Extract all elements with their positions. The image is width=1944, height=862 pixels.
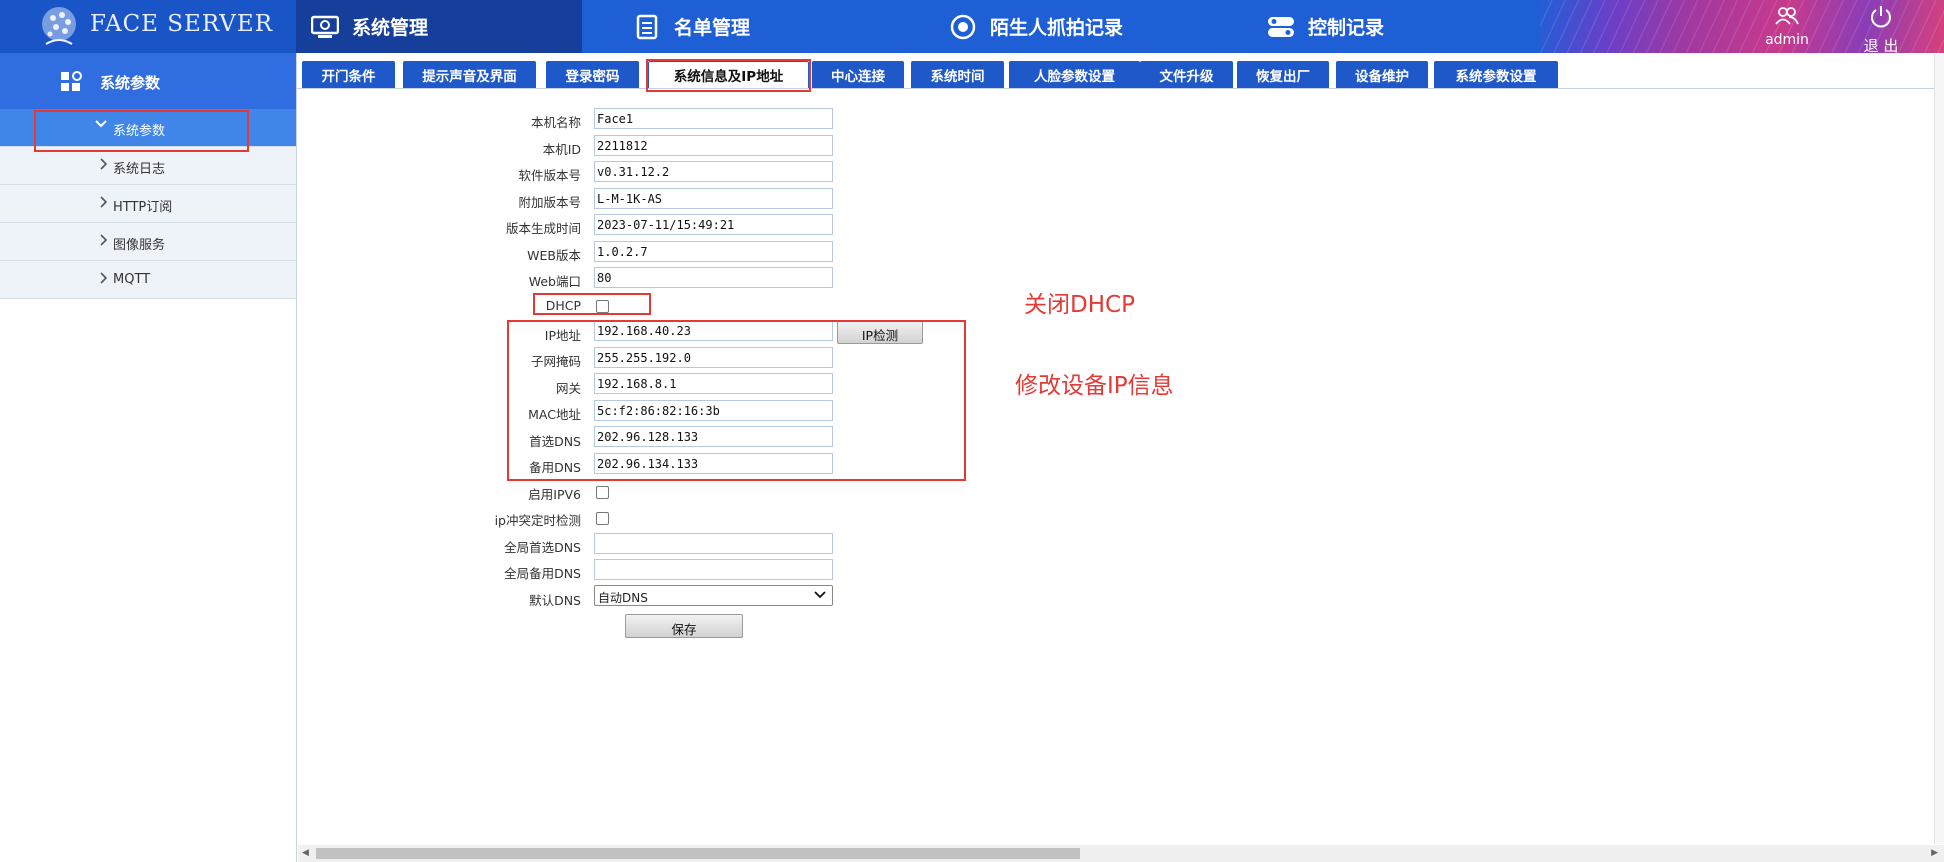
face-logo-icon xyxy=(42,7,76,45)
sidebar-item-system-log[interactable]: 系统日志 xyxy=(0,147,296,185)
web-version-label: WEB版本 xyxy=(527,248,581,263)
horizontal-scroll-thumb[interactable] xyxy=(316,848,1080,859)
chevron-right-icon xyxy=(98,157,108,175)
tab-underline xyxy=(296,88,1936,89)
tab-sound-and-ui[interactable]: 提示声音及界面 xyxy=(403,61,536,88)
power-icon xyxy=(1871,6,1891,28)
global-backup-dns-field[interactable] xyxy=(594,559,833,580)
logo-text: FACE SERVER xyxy=(90,11,274,37)
user-menu[interactable]: admin xyxy=(1752,6,1822,48)
nav-label: 控制记录 xyxy=(1308,17,1385,39)
tab-device-maintenance[interactable]: 设备维护 xyxy=(1336,61,1428,88)
logo: FACE SERVER xyxy=(0,0,296,53)
sidebar-item-image-service[interactable]: 图像服务 xyxy=(0,223,296,261)
toggle-icon xyxy=(1266,12,1296,42)
users-icon xyxy=(1775,7,1799,25)
annotation-box-dhcp xyxy=(533,293,651,315)
tab-file-upgrade[interactable]: 文件升级 xyxy=(1140,61,1233,88)
grid-settings-icon xyxy=(61,71,82,91)
default-dns-label: 默认DNS xyxy=(529,593,581,608)
ip-conflict-label: ip冲突定时检测 xyxy=(494,513,581,528)
chevron-down-icon xyxy=(814,591,826,599)
logout-button[interactable]: 退 出 xyxy=(1846,4,1916,56)
user-name: admin xyxy=(1765,32,1809,48)
global-primary-dns-field[interactable] xyxy=(594,533,833,554)
sidebar-item-label: 图像服务 xyxy=(113,238,166,253)
extra-version-field[interactable]: L-M-1K-AS xyxy=(594,188,833,209)
nav-label: 陌生人抓拍记录 xyxy=(990,17,1124,39)
extra-version-label: 附加版本号 xyxy=(518,195,581,210)
sidebar-header: 系统参数 xyxy=(0,53,296,109)
save-button[interactable]: 保存 xyxy=(625,614,743,638)
device-name-field[interactable]: Face1 xyxy=(594,108,833,129)
web-port-field[interactable]: 80 xyxy=(594,267,833,288)
tab-system-param-settings[interactable]: 系统参数设置 xyxy=(1434,61,1558,88)
sidebar: 系统参数 系统参数 系统日志 HTTP订阅 图像服务 MQTT xyxy=(0,53,297,862)
device-id-label: 本机ID xyxy=(542,142,581,157)
tab-factory-reset[interactable]: 恢复出厂 xyxy=(1237,61,1329,88)
scroll-left-arrow-icon[interactable]: ◀ xyxy=(302,848,309,858)
ipv6-label: 启用IPV6 xyxy=(528,487,581,502)
scroll-right-arrow-icon[interactable]: ▶ xyxy=(1931,848,1938,858)
annotation-box-ip xyxy=(507,320,966,481)
default-dns-select[interactable]: 自动DNS xyxy=(594,585,833,606)
annotation-ip-note: 修改设备IP信息 xyxy=(1015,373,1174,399)
web-port-label: Web端口 xyxy=(528,274,581,289)
tab-center-connection[interactable]: 中心连接 xyxy=(812,61,904,88)
vertical-scrollbar[interactable] xyxy=(1934,54,1944,844)
web-version-field[interactable]: 1.0.2.7 xyxy=(594,241,833,262)
build-time-field[interactable]: 2023-07-11/15:49:21 xyxy=(594,214,833,235)
top-bar: FACE SERVER 系统管理 名单管理 陌生人抓拍记录 控制记录 admin… xyxy=(0,0,1944,56)
device-id-field[interactable]: 2211812 xyxy=(594,135,833,156)
sidebar-item-mqtt[interactable]: MQTT xyxy=(0,261,296,299)
default-dns-value: 自动DNS xyxy=(598,591,648,605)
tab-door-open-conditions[interactable]: 开门条件 xyxy=(302,61,395,88)
sidebar-item-http-subscribe[interactable]: HTTP订阅 xyxy=(0,185,296,223)
logout-label: 退 出 xyxy=(1863,37,1899,55)
chevron-right-icon xyxy=(98,195,108,213)
tab-face-params[interactable]: 人脸参数设置 xyxy=(1009,61,1140,88)
device-name-label: 本机名称 xyxy=(530,115,581,130)
software-version-label: 软件版本号 xyxy=(518,168,581,183)
annotation-box-sidebar xyxy=(34,110,249,152)
sidebar-item-label: MQTT xyxy=(113,272,151,287)
nav-label: 系统管理 xyxy=(352,17,429,39)
build-time-label: 版本生成时间 xyxy=(505,221,581,236)
settings-monitor-icon xyxy=(310,12,340,42)
sidebar-item-label: HTTP订阅 xyxy=(113,200,173,215)
tab-login-password[interactable]: 登录密码 xyxy=(546,61,639,88)
nav-control-records[interactable]: 控制记录 xyxy=(1266,0,1384,53)
global-primary-dns-label: 全局首选DNS xyxy=(504,540,581,555)
nav-stranger-capture[interactable]: 陌生人抓拍记录 xyxy=(948,0,1123,53)
annotation-dhcp-note: 关闭DHCP xyxy=(1024,292,1135,318)
chevron-right-icon xyxy=(98,271,108,289)
horizontal-scrollbar[interactable]: ◀ ▶ xyxy=(298,845,1944,862)
software-version-field[interactable]: v0.31.12.2 xyxy=(594,161,833,182)
nav-label: 名单管理 xyxy=(674,17,751,39)
chevron-right-icon xyxy=(98,233,108,251)
nav-system-management[interactable]: 系统管理 xyxy=(296,0,582,53)
nav-list-management[interactable]: 名单管理 xyxy=(632,0,750,53)
eye-icon xyxy=(948,12,978,42)
ip-conflict-checkbox[interactable] xyxy=(596,512,609,525)
sidebar-title: 系统参数 xyxy=(100,74,161,92)
global-backup-dns-label: 全局备用DNS xyxy=(504,566,581,581)
annotation-box-tab xyxy=(646,59,811,92)
ipv6-checkbox[interactable] xyxy=(596,486,609,499)
list-icon xyxy=(632,12,662,42)
tab-system-time[interactable]: 系统时间 xyxy=(911,61,1004,88)
sidebar-item-label: 系统日志 xyxy=(113,162,166,177)
